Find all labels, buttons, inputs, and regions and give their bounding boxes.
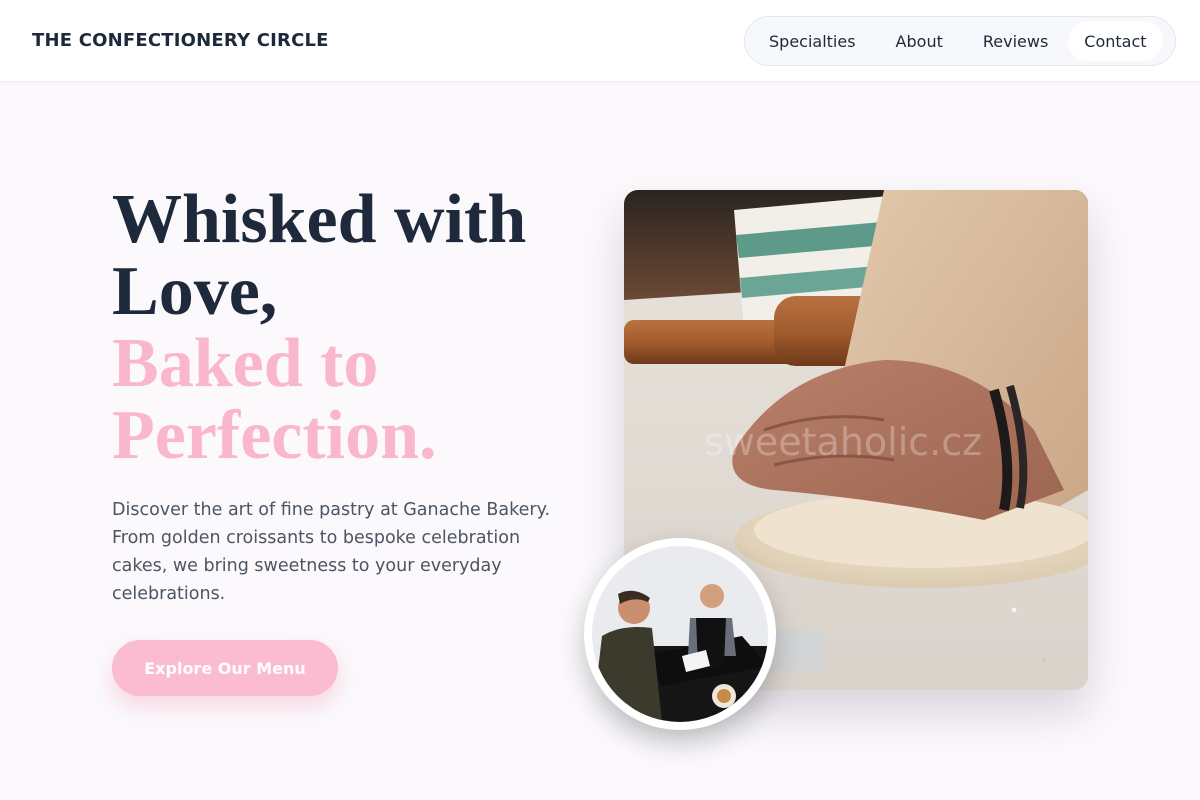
- hero-title: Whisked with Love, Baked to Perfection.: [112, 184, 582, 472]
- nav-item-specialties[interactable]: Specialties: [749, 21, 876, 61]
- main-nav: Specialties About Reviews Contact: [744, 16, 1176, 66]
- hero-title-line-1: Whisked with: [112, 181, 527, 258]
- hero-title-line-2: Love,: [112, 253, 278, 330]
- explore-menu-button[interactable]: Explore Our Menu: [112, 640, 338, 696]
- bakers-photo: [584, 538, 776, 730]
- nav-item-about[interactable]: About: [876, 21, 963, 61]
- hero-title-line-3: Baked to: [112, 325, 379, 402]
- brand-logo[interactable]: THE CONFECTIONERY CIRCLE: [32, 30, 329, 51]
- nav-item-contact[interactable]: Contact: [1068, 21, 1163, 61]
- site-header: THE CONFECTIONERY CIRCLE Specialties Abo…: [0, 0, 1200, 82]
- nav-item-reviews[interactable]: Reviews: [963, 21, 1068, 61]
- hero-title-line-4: Perfection.: [112, 397, 437, 474]
- watermark-text: sweetaholic.cz: [704, 420, 982, 464]
- hero-description: Discover the art of fine pastry at Ganac…: [112, 500, 551, 604]
